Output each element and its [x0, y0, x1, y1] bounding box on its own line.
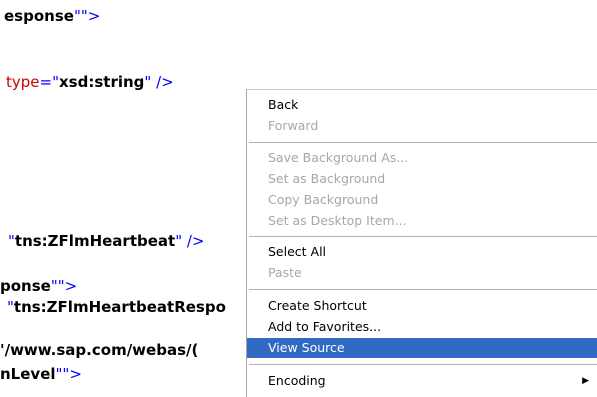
xml-quote: "	[50, 277, 58, 295]
menu-item-view-source[interactable]: View Source	[247, 338, 597, 358]
xml-attr-name: type	[6, 73, 40, 91]
xml-text: esponse	[4, 7, 74, 25]
xml-equals: =	[39, 73, 53, 91]
xml-bracket: >	[69, 365, 82, 383]
menu-item-back[interactable]: Back	[247, 95, 597, 115]
xml-line-7: nLevel"">	[0, 365, 82, 383]
menu-separator	[249, 289, 597, 290]
xml-bracket: />	[151, 73, 174, 91]
menu-item-label: Add to Favorites...	[268, 319, 382, 334]
menu-item-label: Forward	[268, 118, 319, 133]
menu-item-label: Copy Background	[268, 192, 379, 207]
xml-line-6: '/www.sap.com/webas/(	[0, 341, 198, 359]
xml-quote: "	[52, 73, 59, 91]
menu-item-copy-background[interactable]: Copy Background	[247, 190, 597, 210]
menu-item-set-background[interactable]: Set as Background	[247, 169, 597, 189]
menu-item-forward[interactable]: Forward	[247, 116, 597, 136]
menu-item-label: Set as Background	[268, 171, 386, 186]
xml-text: nLevel	[0, 365, 56, 383]
menu-item-add-to-favorites[interactable]: Add to Favorites...	[247, 317, 597, 337]
menu-item-encoding[interactable]: Encoding ▶	[247, 371, 597, 391]
xml-bracket: >	[87, 7, 101, 25]
xml-line-4: ponse"">	[0, 277, 77, 295]
xml-bracket: />	[182, 232, 205, 250]
menu-item-label: Save Background As...	[268, 150, 409, 165]
menu-item-label: Encoding	[268, 373, 326, 388]
xml-attr-value: tns:ZFlmHeartbeat	[14, 232, 176, 250]
menu-separator	[249, 364, 597, 365]
xml-quote: "	[80, 7, 88, 25]
xml-bracket: >	[64, 277, 78, 295]
xml-text: '/www.sap.com/webas/(	[0, 341, 199, 359]
menu-item-label: Set as Desktop Item...	[268, 213, 407, 228]
xml-line-3: "tns:ZFlmHeartbeat" />	[8, 232, 205, 250]
xml-attr-value: xsd:string	[59, 73, 145, 91]
menu-separator	[249, 142, 597, 143]
menu-item-select-all[interactable]: Select All	[247, 242, 597, 262]
menu-item-paste[interactable]: Paste	[247, 263, 597, 283]
xml-line-2: type="xsd:string" />	[6, 73, 174, 91]
menu-item-set-desktop-item[interactable]: Set as Desktop Item...	[247, 211, 597, 231]
menu-item-create-shortcut[interactable]: Create Shortcut	[247, 296, 597, 316]
menu-item-label: Select All	[268, 244, 327, 259]
context-menu: Back Forward Save Background As... Set a…	[246, 89, 597, 397]
xml-quote: "	[8, 232, 15, 250]
xml-quote: "	[73, 7, 81, 25]
xml-line-5: "tns:ZFlmHeartbeatRespo	[7, 298, 226, 316]
menu-item-label: Paste	[268, 265, 302, 280]
menu-separator	[249, 236, 597, 237]
menu-item-label: Create Shortcut	[268, 298, 367, 313]
xml-quote: "	[57, 277, 65, 295]
menu-item-label: View Source	[268, 340, 345, 355]
xml-text: ponse	[0, 277, 51, 295]
menu-item-save-background[interactable]: Save Background As...	[247, 148, 597, 168]
menu-item-label: Back	[268, 97, 299, 112]
xml-quote: "	[7, 298, 14, 316]
xml-attr-value: tns:ZFlmHeartbeatRespo	[13, 298, 226, 316]
submenu-arrow-icon: ▶	[582, 376, 589, 386]
xml-line-1: esponse"">	[4, 7, 100, 25]
